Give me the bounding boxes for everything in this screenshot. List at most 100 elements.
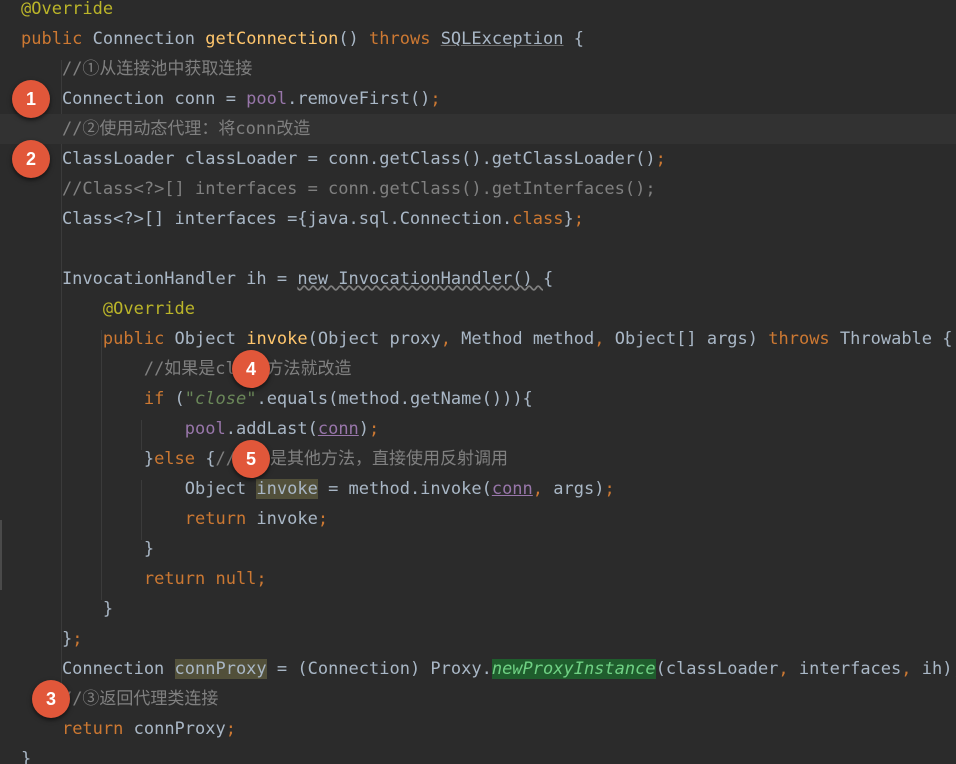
code-line[interactable]: public Connection getConnection() throws… [0,24,956,54]
code-token: , [901,659,922,679]
code-token: //Class<?>[] interfaces = conn.getClass(… [61,179,656,199]
code-token: Class<?>[] interfaces ={java.sql.Connect… [21,209,513,229]
code-line[interactable]: @Override [0,294,956,324]
code-token: , [594,329,615,349]
code-token: args) [553,479,605,499]
code-line[interactable]: InvocationHandler ih = new InvocationHan… [0,264,956,294]
code-token: pool [246,89,288,109]
code-token: throws [768,329,840,349]
code-token: conn [491,479,533,499]
code-token: (classLoader [655,659,779,679]
code-token: new InvocationHandler() [297,269,543,289]
step-marker: 5 [232,440,270,478]
code-token: public [21,29,93,49]
code-line[interactable]: //如果是close方法就改造 [0,354,956,384]
code-token: ClassLoader classLoader = conn.getClass(… [21,149,656,169]
code-line[interactable]: Connection conn = pool.removeFirst(); [0,84,956,114]
code-token: invoke [256,479,318,499]
code-token: return [184,509,257,529]
step-marker: 1 [12,80,50,118]
code-token: conn [317,419,359,439]
code-token: Throwable { [839,329,953,349]
code-token: , [532,479,554,499]
code-token: ih) [921,659,953,679]
code-token: //①从连接池中获取连接 [61,59,253,79]
code-token: { [205,449,216,469]
code-line[interactable]: //Class<?>[] interfaces = conn.getClass(… [0,174,956,204]
step-marker: 3 [32,680,70,718]
code-token: if [143,389,175,409]
code-line[interactable]: return connProxy; [0,714,956,744]
code-line[interactable]: if ("close".equals(method.getName())){ [0,384,956,414]
code-line[interactable]: return invoke; [0,504,956,534]
code-editor[interactable]: @Override public Connection getConnection… [0,0,956,764]
code-line[interactable]: } [0,534,956,564]
code-line[interactable]: }else {//如果是其他方法，直接使用反射调用 [0,444,956,474]
code-token: (Object proxy [307,329,441,349]
code-token: //②使用动态代理：将conn改造 [61,119,311,139]
code-line[interactable]: Class<?>[] interfaces ={java.sql.Connect… [0,204,956,234]
code-token: InvocationHandler ih = [21,269,298,289]
code-line[interactable]: ClassLoader classLoader = conn.getClass(… [0,144,956,174]
code-token: ; [317,509,329,529]
code-token: //③返回代理类连接 [61,689,219,709]
code-line[interactable]: //①从连接池中获取连接 [0,54,956,84]
code-token: = method.invoke( [317,479,492,499]
code-token: connProxy [133,719,226,739]
code-token: } [21,449,155,469]
code-token: .removeFirst() [287,89,431,109]
code-token: getConnection [205,29,339,49]
code-line[interactable]: pool.addLast(conn); [0,414,956,444]
code-token: , [778,659,799,679]
code-line[interactable]: //②使用动态代理：将conn改造 [0,114,956,144]
code-token: SQLException [440,29,564,49]
code-token: return null [143,569,257,589]
code-line[interactable]: Connection connProxy = (Connection) Prox… [0,654,956,684]
code-line[interactable] [0,234,956,264]
code-token: interfaces [798,659,902,679]
code-line[interactable]: } [0,594,956,624]
step-marker: 2 [12,140,50,178]
code-token: "close" [184,389,257,409]
code-token: return [61,719,134,739]
code-line[interactable]: @Override [0,0,956,24]
code-token: ) [358,419,370,439]
code-token: .addLast( [225,419,318,439]
code-token: ; [573,209,584,229]
code-token: { [542,269,554,289]
step-marker: 4 [232,350,270,388]
code-token: ( [174,389,185,409]
code-token: invoke [256,509,318,529]
code-line[interactable]: return null; [0,564,956,594]
code-token: , [440,329,462,349]
code-token: = (Connection) Proxy. [266,659,492,679]
code-token: } [563,209,574,229]
code-token: @Override [21,0,114,19]
code-line[interactable]: public Object invoke(Object proxy, Metho… [0,324,956,354]
code-token: else [154,449,206,469]
code-token: ; [369,419,380,439]
code-token: class [512,209,564,229]
code-line[interactable]: Object invoke = method.invoke(conn, args… [0,474,956,504]
code-token: ; [430,89,441,109]
code-token: Object [21,479,257,499]
code-token: } [21,629,73,649]
code-token: throws [369,29,441,49]
code-line[interactable]: //③返回代理类连接 [0,684,956,714]
code-line[interactable]: }; [0,624,956,654]
code-token: } [21,539,155,559]
code-token: ; [604,479,615,499]
code-token: Method method [461,329,595,349]
code-line[interactable]: } [0,744,956,764]
code-token: Object [174,329,247,349]
code-token: ; [225,719,236,739]
code-token: ; [256,569,267,589]
code-token: ; [72,629,83,649]
code-token: pool [184,419,226,439]
